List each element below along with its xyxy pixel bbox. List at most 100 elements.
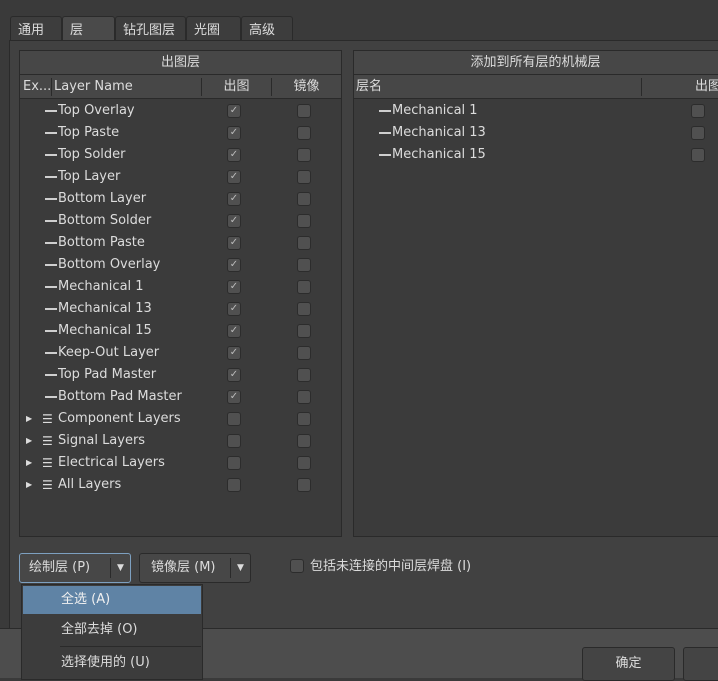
expand-arrow-icon[interactable]: ▶ [26,408,32,430]
layer-name: All Layers [58,477,122,492]
mirror-checkbox[interactable] [297,170,311,184]
plot-checkbox[interactable]: ✓ [227,214,241,228]
mirror-checkbox[interactable] [297,214,311,228]
col-ex[interactable]: Ex... [23,75,51,98]
plot-checkbox[interactable]: ✓ [227,258,241,272]
mirror-layers-button[interactable]: 镜像层 (M) ▼ [139,553,251,583]
menu-item-select-all[interactable]: 全选 (A) [23,586,201,614]
mirror-checkbox[interactable] [297,104,311,118]
table-row[interactable]: Mechanical 15 [354,144,718,166]
plot-checkbox[interactable] [691,126,705,140]
mirror-checkbox[interactable] [297,148,311,162]
expand-arrow-icon[interactable]: ▶ [26,430,32,452]
layer-name: Top Solder [58,147,126,162]
plot-checkbox[interactable]: ✓ [227,192,241,206]
table-row[interactable]: Mechanical 1 ✓ [20,276,341,298]
layer-name: Bottom Solder [58,213,152,228]
table-row[interactable]: Mechanical 15 ✓ [20,320,341,342]
table-row[interactable]: Mechanical 13 ✓ [20,298,341,320]
plot-checkbox[interactable]: ✓ [227,324,241,338]
plot-checkbox[interactable]: ✓ [227,280,241,294]
table-header: Ex... Layer Name 出图 镜像 [20,75,341,99]
tab-4[interactable]: 高级 [241,16,293,41]
plot-checkbox[interactable] [227,412,241,426]
plot-checkbox[interactable] [691,104,705,118]
cancel-button[interactable] [683,647,718,681]
table-row[interactable]: Mechanical 1 [354,100,718,122]
menu-separator [60,646,201,647]
mirror-checkbox[interactable] [297,456,311,470]
chevron-down-icon[interactable]: ▼ [230,558,250,578]
layer-name: Mechanical 15 [392,147,486,162]
table-row[interactable]: Top Paste ✓ [20,122,341,144]
col-plot[interactable]: 出图 [641,78,718,96]
plot-checkbox[interactable] [227,456,241,470]
tab-2[interactable]: 钻孔图层 [115,16,186,41]
menu-item-select-used[interactable]: 选择使用的 (U) [23,649,201,677]
table-row[interactable]: Bottom Paste ✓ [20,232,341,254]
layer-group-icon: ☰ [42,412,53,426]
layer-group-icon: ☰ [42,478,53,492]
plot-checkbox[interactable] [227,478,241,492]
mirror-checkbox[interactable] [297,412,311,426]
table-row[interactable]: Bottom Layer ✓ [20,188,341,210]
mirror-checkbox[interactable] [297,346,311,360]
mirror-checkbox[interactable] [297,478,311,492]
table-row[interactable]: Top Layer ✓ [20,166,341,188]
col-mirror[interactable]: 镜像 [271,78,341,96]
layer-line-icon [45,132,57,134]
table-row[interactable]: Bottom Solder ✓ [20,210,341,232]
plot-layers-button[interactable]: 绘制层 (P) ▼ [19,553,131,583]
plot-checkbox[interactable]: ✓ [227,236,241,250]
mirror-checkbox[interactable] [297,126,311,140]
plot-checkbox[interactable] [227,434,241,448]
tab-0[interactable]: 通用 [10,16,62,41]
mirror-checkbox[interactable] [297,390,311,404]
layer-name: Electrical Layers [58,455,165,470]
plot-checkbox[interactable]: ✓ [227,148,241,162]
dropdown-menu: 全选 (A) 全部去掉 (O) 选择使用的 (U) [21,584,203,680]
plot-checkbox[interactable]: ✓ [227,126,241,140]
mirror-layers-label: 镜像层 (M) [151,560,216,575]
mirror-checkbox[interactable] [297,324,311,338]
table-row[interactable]: ▶ ☰ Electrical Layers [20,452,341,474]
layer-name: Signal Layers [58,433,146,448]
plot-checkbox[interactable]: ✓ [227,302,241,316]
table-row[interactable]: ▶ ☰ Signal Layers [20,430,341,452]
tab-1[interactable]: 层 [62,16,115,41]
table-row[interactable]: ▶ ☰ Component Layers [20,408,341,430]
layer-group-icon: ☰ [42,456,53,470]
table-row[interactable]: Bottom Pad Master ✓ [20,386,341,408]
mirror-checkbox[interactable] [297,258,311,272]
table-row[interactable]: Mechanical 13 [354,122,718,144]
menu-item-deselect-all[interactable]: 全部去掉 (O) [23,616,201,644]
ok-button[interactable]: 确定 [582,647,675,681]
expand-arrow-icon[interactable]: ▶ [26,474,32,496]
col-layer-name[interactable]: 层名 [356,75,382,98]
mirror-checkbox[interactable] [297,192,311,206]
table-row[interactable]: Top Overlay ✓ [20,100,341,122]
expand-arrow-icon[interactable]: ▶ [26,452,32,474]
plot-checkbox[interactable]: ✓ [227,346,241,360]
mirror-checkbox[interactable] [297,368,311,382]
col-plot[interactable]: 出图 [201,78,271,96]
mirror-checkbox[interactable] [297,236,311,250]
table-row[interactable]: Bottom Overlay ✓ [20,254,341,276]
plot-checkbox[interactable]: ✓ [227,104,241,118]
mirror-checkbox[interactable] [297,302,311,316]
plot-checkbox[interactable]: ✓ [227,170,241,184]
chevron-down-icon[interactable]: ▼ [110,558,130,578]
plot-checkbox[interactable] [691,148,705,162]
table-row[interactable]: Top Pad Master ✓ [20,364,341,386]
table-row[interactable]: Top Solder ✓ [20,144,341,166]
layer-name: Bottom Overlay [58,257,161,272]
mirror-checkbox[interactable] [297,434,311,448]
col-layer-name[interactable]: Layer Name [51,78,133,96]
table-row[interactable]: Keep-Out Layer ✓ [20,342,341,364]
layer-line-icon [45,330,57,332]
plot-checkbox[interactable]: ✓ [227,368,241,382]
tab-3[interactable]: 光圈 [186,16,241,41]
table-row[interactable]: ▶ ☰ All Layers [20,474,341,496]
plot-checkbox[interactable]: ✓ [227,390,241,404]
mirror-checkbox[interactable] [297,280,311,294]
